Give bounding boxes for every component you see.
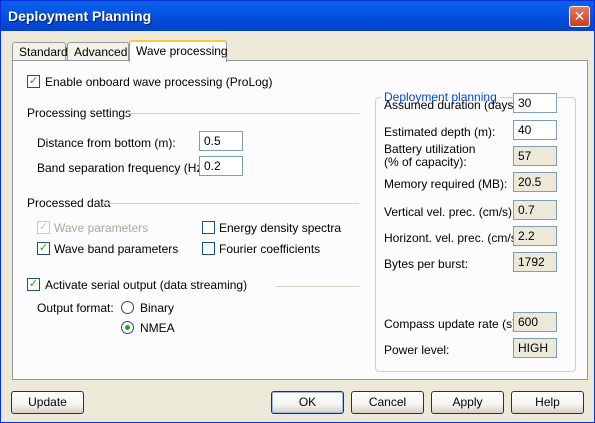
enable-wave-processing-label: Enable onboard wave processing (ProLog): [45, 75, 273, 89]
serial-output-divider: [276, 286, 359, 287]
energy-density-checkbox[interactable]: [202, 221, 215, 234]
dialog-client-area: Standard Advanced Wave processing ✓ Enab…: [4, 31, 591, 420]
wave-parameters-checkbox[interactable]: ✓: [37, 221, 50, 234]
nmea-label: NMEA: [140, 321, 175, 335]
band-separation-input[interactable]: 0.2: [199, 156, 243, 176]
bytes-per-burst-label: Bytes per burst:: [384, 257, 469, 271]
battery-utilization-value: 57: [513, 146, 557, 166]
tab-standard[interactable]: Standard: [12, 42, 68, 61]
binary-radio[interactable]: [121, 301, 134, 314]
assumed-duration-label: Assumed duration (days):: [384, 98, 521, 112]
memory-required-label: Memory required (MB):: [384, 177, 508, 191]
serial-output-checkbox[interactable]: ✓: [27, 278, 40, 291]
wave-parameters-label: Wave parameters: [54, 221, 149, 235]
band-separation-label: Band separation frequency (Hz):: [37, 161, 210, 175]
memory-required-value: 20.5: [513, 172, 557, 192]
wave-processing-panel: ✓ Enable onboard wave processing (ProLog…: [12, 60, 588, 380]
binary-label: Binary: [140, 301, 175, 315]
compass-update-rate-value: 600: [513, 312, 557, 332]
nmea-radio[interactable]: [121, 321, 134, 334]
help-button[interactable]: Help: [511, 391, 584, 414]
fourier-coefficients-checkbox[interactable]: [202, 242, 215, 255]
processed-data-divider: [103, 203, 359, 204]
deployment-planning-window: Deployment Planning ✕ Standard Advanced …: [0, 0, 595, 423]
horizontal-velocity-precision-label: Horizont. vel. prec. (cm/s):: [384, 231, 525, 245]
ok-button[interactable]: OK: [271, 391, 344, 414]
tab-wave-processing[interactable]: Wave processing: [129, 40, 228, 62]
apply-button[interactable]: Apply: [431, 391, 504, 414]
close-icon: ✕: [573, 8, 586, 24]
fourier-coefficients-label: Fourier coefficients: [219, 242, 321, 256]
vertical-velocity-precision-label: Vertical vel. prec. (cm/s):: [384, 205, 516, 219]
processing-settings-heading: Processing settings: [27, 106, 132, 120]
serial-output-label: Activate serial output (data streaming): [45, 278, 248, 292]
window-title: Deployment Planning: [8, 8, 152, 24]
enable-wave-processing-checkbox[interactable]: ✓: [27, 75, 40, 88]
power-level-value: HIGH: [513, 338, 557, 358]
wave-band-parameters-checkbox[interactable]: ✓: [37, 242, 50, 255]
power-level-label: Power level:: [384, 343, 450, 357]
distance-from-bottom-input[interactable]: 0.5: [199, 131, 243, 151]
distance-from-bottom-label: Distance from bottom (m):: [37, 136, 176, 150]
estimated-depth-input[interactable]: 40: [513, 120, 557, 140]
vertical-velocity-precision-value: 0.7: [513, 200, 557, 220]
processing-settings-divider: [124, 113, 359, 114]
close-button[interactable]: ✕: [569, 6, 590, 27]
assumed-duration-input[interactable]: 30: [513, 93, 557, 113]
cancel-button[interactable]: Cancel: [351, 391, 424, 414]
battery-utilization-label-line2: (% of capacity):: [384, 155, 467, 169]
nmea-radio-dot: [125, 325, 130, 330]
update-button[interactable]: Update: [11, 391, 84, 414]
compass-update-rate-label: Compass update rate (s):: [384, 317, 520, 331]
horizontal-velocity-precision-value: 2.2: [513, 226, 557, 246]
title-bar[interactable]: Deployment Planning ✕: [1, 1, 594, 31]
output-format-label: Output format:: [37, 301, 114, 315]
estimated-depth-label: Estimated depth (m):: [384, 125, 496, 139]
wave-band-parameters-label: Wave band parameters: [54, 242, 179, 256]
processed-data-heading: Processed data: [27, 196, 111, 210]
energy-density-label: Energy density spectra: [219, 221, 342, 235]
tab-advanced[interactable]: Advanced: [67, 42, 129, 61]
bytes-per-burst-value: 1792: [513, 252, 557, 272]
